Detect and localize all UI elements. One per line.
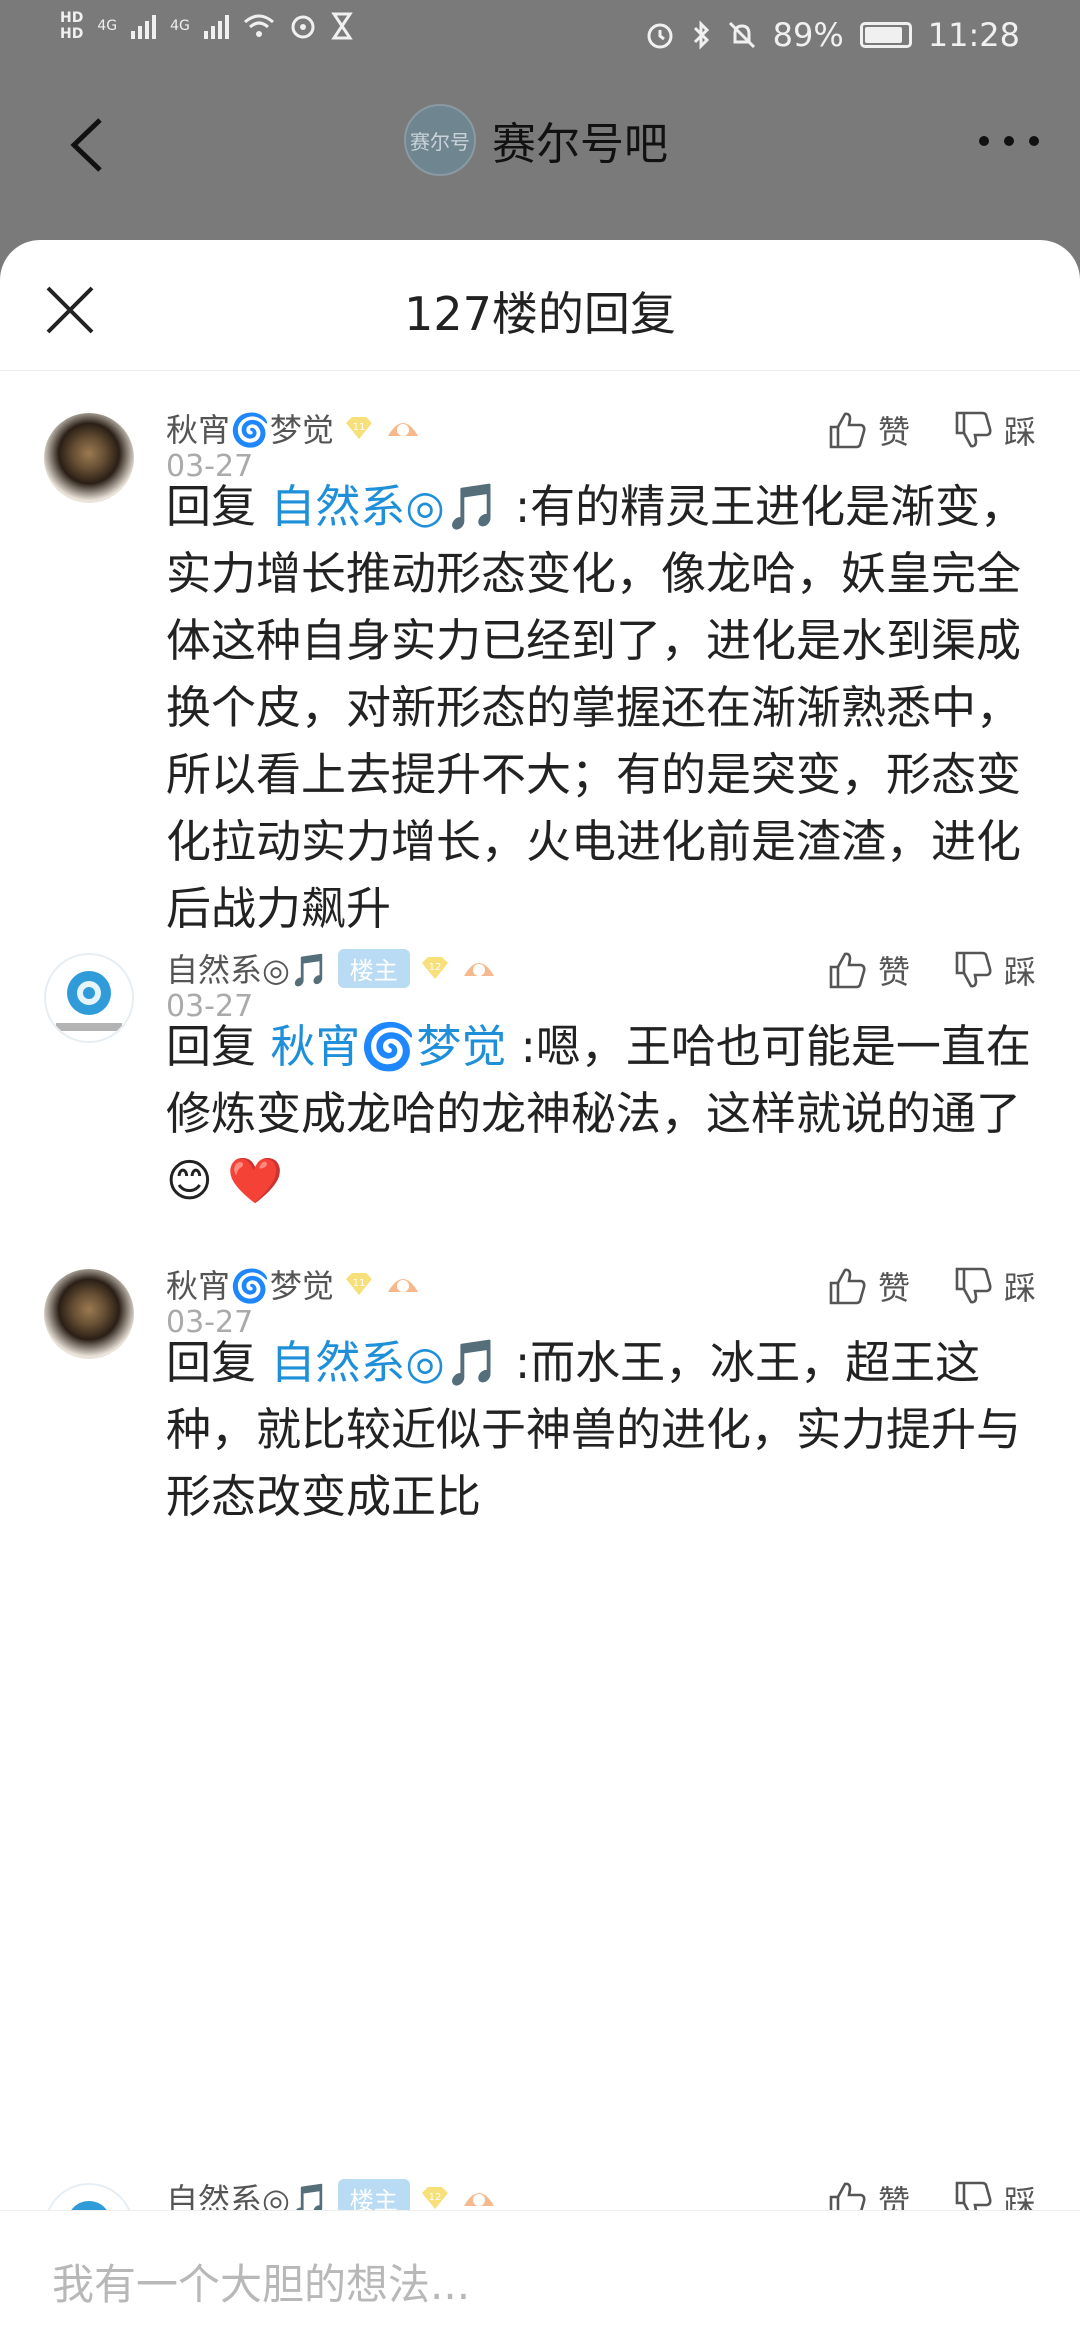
battery-icon: [859, 22, 912, 48]
hourglass-icon: [331, 12, 353, 40]
svg-text:11: 11: [352, 422, 365, 433]
reply-composer[interactable]: 我有一个大胆的想法...: [0, 2210, 1080, 2340]
level-icon: [387, 423, 418, 436]
status-bar: HD HD 4G 4G 89% 11:28: [0, 0, 1080, 76]
bluetooth-icon: [693, 20, 709, 50]
thumbs-up-icon: [829, 2182, 866, 2210]
avatar-swirl-icon: [56, 971, 122, 1031]
alarm-icon: [647, 23, 673, 49]
thumbs-up-icon: [829, 1268, 866, 1305]
reply-actions: 赞 踩: [828, 407, 1036, 453]
username-text: 自然系◎🎵: [166, 951, 330, 989]
avatar[interactable]: [44, 1269, 134, 1359]
avatar[interactable]: [44, 953, 134, 1043]
back-arrow-icon: [70, 118, 102, 172]
app-bar: 赛尔号 赛尔号吧: [0, 96, 1080, 192]
username[interactable]: 秋宵🌀梦觉 11: [166, 405, 422, 451]
reply-list[interactable]: 秋宵🌀梦觉 11 03-27 赞 踩 回复 自然系◎🎵 :有的精灵王进化是渐变，…: [0, 371, 1080, 2210]
member-gem-icon: 11: [345, 1273, 372, 1295]
dislike-button[interactable]: 踩: [954, 407, 1036, 453]
like-button[interactable]: 赞: [828, 407, 910, 453]
hd-indicator: HD HD: [60, 10, 84, 42]
back-button[interactable]: [60, 110, 120, 180]
level-icon: [463, 963, 494, 976]
reply-content: 回复 秋宵🌀梦觉 :嗯，王哈也可能是一直在修炼变成龙哈的龙神秘法，这样就说的通了…: [166, 1020, 1031, 1207]
sheet-header: 127楼的回复: [0, 240, 1080, 371]
like-button[interactable]: 赞: [828, 2177, 910, 2210]
level-icon: [463, 2193, 494, 2206]
sync-icon: [291, 15, 315, 39]
username[interactable]: 秋宵🌀梦觉 11: [166, 1261, 422, 1307]
member-gem-icon: 12: [421, 2187, 448, 2209]
avatar[interactable]: [44, 2183, 134, 2210]
username-text: 自然系◎🎵: [166, 2181, 330, 2210]
clock: 11:28: [927, 16, 1020, 54]
avatar[interactable]: [44, 413, 134, 503]
reply-actions: 赞 踩: [828, 1263, 1036, 1309]
like-button[interactable]: 赞: [828, 947, 910, 993]
sheet-title: 127楼的回复: [404, 287, 676, 341]
signal-icon-2: [203, 13, 229, 39]
dislike-button[interactable]: 踩: [954, 1263, 1036, 1309]
forum-avatar: 赛尔号: [404, 104, 476, 176]
username-text: 秋宵🌀梦觉: [166, 411, 334, 449]
svg-text:12: 12: [428, 2192, 441, 2203]
mention-link[interactable]: 秋宵🌀梦觉: [270, 1020, 506, 1073]
reply-sheet: 127楼的回复 秋宵🌀梦觉 11 03-27 赞 踩 回复 自然系◎🎵:有的精…: [0, 240, 1080, 2340]
forum-name: 赛尔号吧: [492, 119, 668, 170]
svg-text:11: 11: [352, 1278, 365, 1289]
op-badge: 楼主: [337, 948, 410, 988]
username[interactable]: 自然系◎🎵 楼主 12: [166, 2175, 498, 2210]
thumbs-down-icon: [955, 951, 992, 988]
more-button[interactable]: [974, 126, 1044, 156]
battery-percent: 89%: [772, 16, 844, 54]
like-button[interactable]: 赞: [828, 1263, 910, 1309]
reply-actions: 赞 踩: [828, 947, 1036, 993]
thumbs-down-icon: [955, 1267, 992, 1304]
emoji: 😊 ❤️: [166, 1154, 284, 1207]
forum-header[interactable]: 赛尔号 赛尔号吧: [404, 104, 668, 176]
svg-text:12: 12: [428, 962, 441, 973]
username-text: 秋宵🌀梦觉: [166, 1267, 334, 1305]
reply-content: 回复 自然系◎🎵 :有的精灵王进化是渐变，实力增长推动形态变化，像龙哈，妖皇完全…: [166, 480, 1026, 935]
mute-icon: [728, 21, 755, 49]
network-label-1: 4G: [97, 18, 118, 34]
mention-link[interactable]: 自然系◎🎵: [270, 480, 500, 533]
op-badge: 楼主: [337, 2178, 410, 2210]
thumbs-up-icon: [829, 412, 866, 449]
reply-content: 回复 自然系◎🎵 :而水王，冰王，超王这种，就比较近似于神兽的进化，实力提升与形…: [166, 1336, 1022, 1523]
status-right: 89% 11:28: [645, 16, 1020, 54]
dislike-button[interactable]: 踩: [954, 947, 1036, 993]
username[interactable]: 自然系◎🎵 楼主 12: [166, 945, 498, 991]
member-gem-icon: 12: [421, 957, 448, 979]
wifi-icon: [243, 14, 274, 37]
signal-icon: [131, 13, 157, 39]
member-gem-icon: 11: [345, 417, 372, 439]
status-left: HD HD 4G 4G: [60, 10, 353, 42]
more-dots-icon: [979, 136, 1039, 146]
thumbs-down-icon: [955, 411, 992, 448]
avatar-swirl-icon: [71, 2201, 107, 2210]
reply-actions: 赞 踩: [828, 2177, 1036, 2210]
network-label-2: 4G: [170, 18, 190, 34]
dislike-button[interactable]: 踩: [954, 2177, 1036, 2210]
thumbs-down-icon: [955, 2181, 992, 2210]
mention-link[interactable]: 自然系◎🎵: [270, 1336, 500, 1389]
reply-input[interactable]: 我有一个大胆的想法...: [52, 2251, 470, 2312]
thumbs-up-icon: [829, 952, 866, 989]
level-icon: [387, 1279, 418, 1292]
